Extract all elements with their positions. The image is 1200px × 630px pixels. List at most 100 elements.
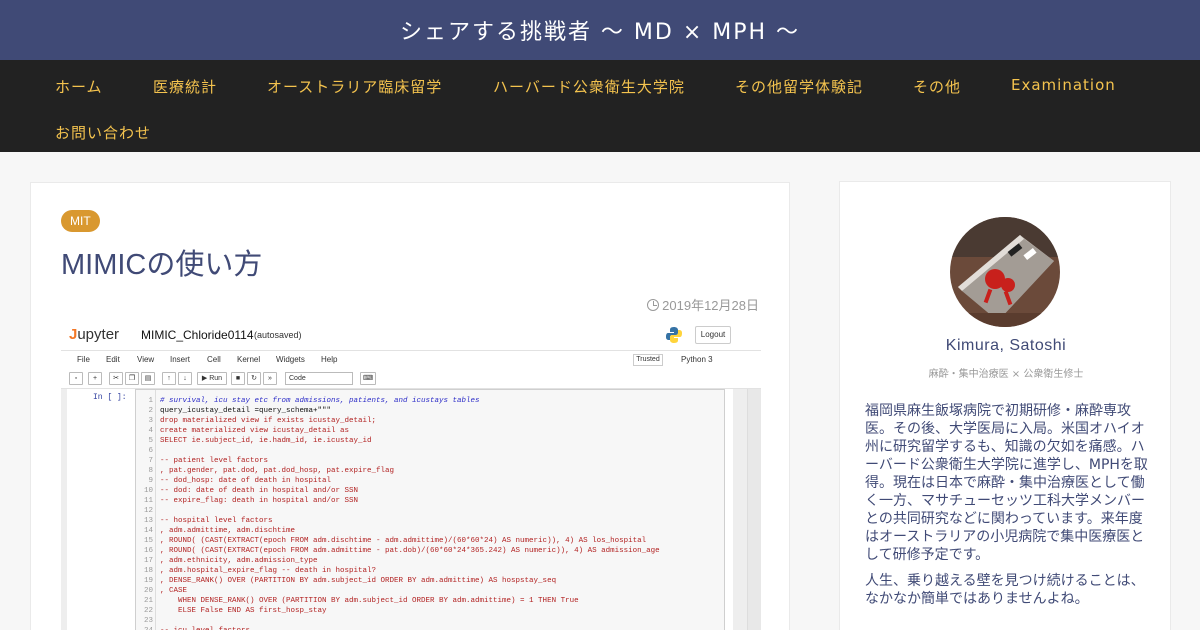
code-line: 21 WHEN DENSE_RANK() OVER (PARTITION BY …	[136, 596, 726, 606]
menu-insert: Insert	[170, 355, 191, 364]
line-number: 12	[143, 507, 153, 515]
code-line: 15 , ROUND( (CAST(EXTRACT(epoch FROM adm.…	[136, 536, 726, 546]
code-line: 13 -- hospital level factors	[136, 516, 726, 526]
code-line: 12	[136, 506, 726, 516]
author-bio: 福岡県麻生飯塚病院で初期研修・麻酔専攻医。その後、大学医局に入局。米国オハイオ州…	[865, 402, 1155, 616]
code-line: 6	[136, 446, 726, 456]
kernel-name: Python 3	[681, 355, 713, 364]
restart-icon: ↻	[247, 372, 261, 385]
menu-cell: Cell	[207, 355, 221, 364]
code-text: , ROUND( (CAST(EXTRACT(epoch FROM adm.di…	[160, 537, 647, 545]
menu-kernel: Kernel	[237, 355, 261, 364]
nav-item-harvard[interactable]: ハーバード公衆衛生大学院	[493, 76, 685, 97]
line-number: 8	[148, 467, 153, 475]
code-line: 1 # survival, icu stay etc from admission…	[136, 396, 726, 406]
logout-button: Logout	[695, 326, 731, 344]
code-line: 16 , ROUND( (CAST(EXTRACT(epoch FROM adm.…	[136, 546, 726, 556]
line-number: 3	[148, 417, 153, 425]
move-up-icon: ↑	[162, 372, 176, 385]
code-cell: In [ ]: 1 # survival, icu stay etc from a…	[67, 389, 733, 630]
code-line: 22 ELSE False END AS first_hosp_stay	[136, 606, 726, 616]
author-bio-paragraph: 福岡県麻生飯塚病院で初期研修・麻酔専攻医。その後、大学医局に入局。米国オハイオ州…	[865, 403, 1148, 563]
run-button: ▶ Run	[197, 372, 227, 385]
keyboard-icon: ⌨	[360, 372, 376, 385]
save-icon: ▫	[69, 372, 83, 385]
code-line: 23	[136, 616, 726, 626]
code-line: 8 , pat.gender, pat.dod, pat.dod_hosp, pa…	[136, 466, 726, 476]
menu-widgets: Widgets	[276, 355, 305, 364]
line-number: 16	[143, 547, 153, 555]
menu-edit: Edit	[106, 355, 120, 364]
nav-item-other-study-abroad[interactable]: その他留学体験記	[735, 76, 863, 97]
jupyter-logo: Jupyter	[69, 326, 119, 343]
line-number: 18	[143, 567, 153, 575]
jupyter-logo-text: upyter	[77, 326, 120, 343]
post-date: 2019年12月28日	[647, 295, 759, 314]
cell-type-select: Code	[285, 372, 353, 385]
code-line: 14 , adm.admittime, adm.dischtime	[136, 526, 726, 536]
code-text: # survival, icu stay etc from admissions…	[160, 397, 480, 405]
code-line: 5 SELECT ie.subject_id, ie.hadm_id, ie.ic…	[136, 436, 726, 446]
author-avatar[interactable]	[950, 217, 1060, 327]
code-text: ELSE False END AS first_hosp_stay	[160, 607, 327, 615]
nav-item-australia[interactable]: オーストラリア臨床留学	[267, 76, 442, 97]
line-number: 6	[148, 447, 153, 455]
code-line: 11 -- expire_flag: death in hospital and/…	[136, 496, 726, 506]
notebook-name: MIMIC_Chloride0114	[141, 328, 254, 342]
code-text: -- dod_hosp: date of death in hospital	[160, 477, 332, 485]
line-number: 2	[148, 407, 153, 415]
line-number: 5	[148, 437, 153, 445]
cell-prompt: In [ ]:	[93, 393, 127, 402]
line-number: 11	[143, 497, 153, 505]
code-line: 17 , adm.ethnicity, adm.admission_type	[136, 556, 726, 566]
nav-item-other[interactable]: その他	[913, 76, 961, 97]
site-title[interactable]: シェアする挑戦者 〜 MD × MPH 〜	[400, 14, 800, 46]
move-down-icon: ↓	[178, 372, 192, 385]
code-text: , adm.admittime, adm.dischtime	[160, 527, 296, 535]
line-number: 13	[143, 517, 153, 525]
cut-icon: ✂	[109, 372, 123, 385]
save-status: (autosaved)	[254, 330, 302, 340]
nav-item-home[interactable]: ホーム	[55, 76, 103, 97]
code-text: -- hospital level factors	[160, 517, 273, 525]
clock-icon	[647, 298, 660, 311]
code-line: 9 -- dod_hosp: date of death in hospital	[136, 476, 726, 486]
nav-item-examination[interactable]: Examination	[1011, 76, 1116, 94]
author-name: Kimura, Satoshi	[945, 337, 1067, 354]
line-number: 15	[143, 537, 153, 545]
line-number: 24	[136, 626, 153, 630]
code-line: 24 -- icu level factors	[136, 626, 726, 630]
line-number: 4	[148, 427, 153, 435]
line-number: 19	[143, 577, 153, 585]
code-line: 2 query_icustay_detail =query_schema+"""	[136, 406, 726, 416]
article-card: MIT MIMICの使い方 2019年12月28日 Jupyter MIMIC_…	[30, 182, 790, 630]
code-editor: 1 # survival, icu stay etc from admission…	[135, 389, 725, 630]
code-text: , ROUND( (CAST(EXTRACT(epoch FROM adm.ad…	[160, 547, 660, 555]
author-role: 麻酔・集中治療医 × 公衆衛生修士	[928, 369, 1084, 380]
line-number: 9	[148, 477, 153, 485]
jupyter-toolbar: ▫ + ✂ ❐ ▤ ↑ ↓ ▶ Run ■ ↻ » Code ⌨	[61, 369, 761, 389]
category-badge[interactable]: MIT	[61, 210, 100, 232]
code-text: create materialized view icustay_detail …	[160, 427, 350, 435]
code-text: drop materialized view if exists icustay…	[160, 417, 377, 425]
thumbnail-scrollbar	[747, 389, 761, 630]
nav-item-contact[interactable]: お問い合わせ	[55, 122, 151, 143]
code-line: 3 drop materialized view if exists icusta…	[136, 416, 726, 426]
post-thumbnail: Jupyter MIMIC_Chloride0114 (autosaved) L…	[61, 317, 761, 630]
add-cell-icon: +	[88, 372, 102, 385]
code-line: 4 create materialized view icustay_detail…	[136, 426, 726, 436]
code-line: 7 -- patient level factors	[136, 456, 726, 466]
nav-item-medical-statistics[interactable]: 医療統計	[153, 76, 217, 97]
author-profile-card: Kimura, Satoshi 麻酔・集中治療医 × 公衆衛生修士 福岡県麻生飯…	[839, 181, 1171, 630]
site-header: シェアする挑戦者 〜 MD × MPH 〜	[0, 0, 1200, 60]
author-bio-paragraph: 人生、乗り越える壁を見つけ続けることは、なかなか簡単ではありませんよね。	[865, 573, 1145, 607]
stop-icon: ■	[231, 372, 245, 385]
line-number: 22	[143, 607, 153, 615]
code-cell-area: In [ ]: 1 # survival, icu stay etc from a…	[61, 389, 761, 630]
code-text: SELECT ie.subject_id, ie.hadm_id, ie.icu…	[160, 437, 372, 445]
line-number: 20	[143, 587, 153, 595]
global-nav: ホーム 医療統計 オーストラリア臨床留学 ハーバード公衆衛生大学院 その他留学体…	[0, 60, 1200, 152]
code-text: WHEN DENSE_RANK() OVER (PARTITION BY adm…	[160, 597, 579, 605]
code-line: 18 , adm.hospital_expire_flag -- death in…	[136, 566, 726, 576]
line-number: 1	[148, 397, 153, 405]
